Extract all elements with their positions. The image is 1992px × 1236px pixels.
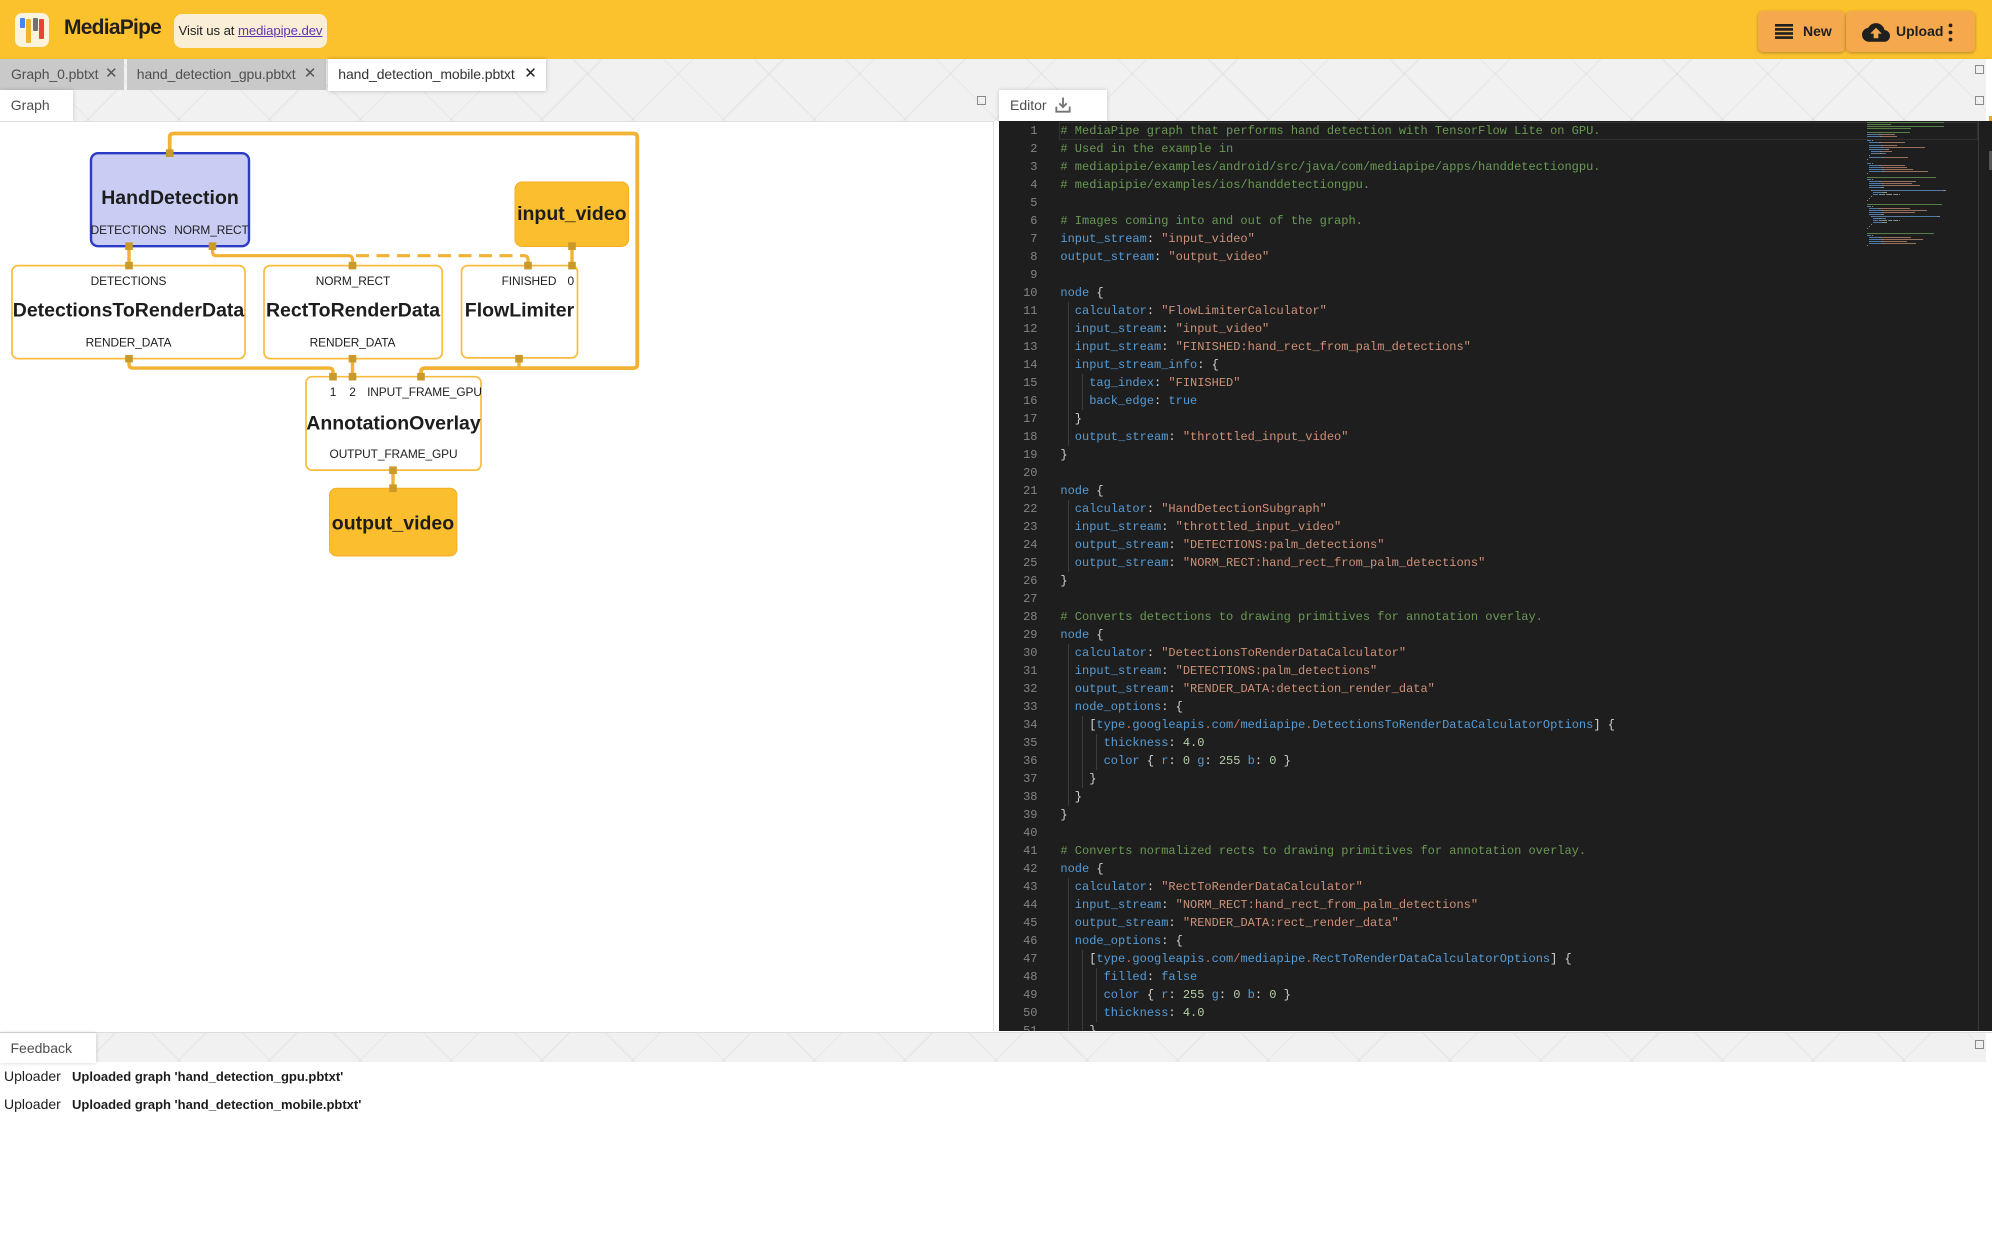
svg-text:2: 2 [349,385,356,399]
svg-text:0: 0 [567,274,574,288]
svg-text:OUTPUT_FRAME_GPU: OUTPUT_FRAME_GPU [330,447,458,461]
svg-text:DETECTIONS: DETECTIONS [91,223,167,237]
svg-text:DETECTIONS: DETECTIONS [91,274,167,288]
svg-text:input_video: input_video [517,203,627,225]
svg-text:1: 1 [330,385,337,399]
svg-text:INPUT_FRAME_GPU: INPUT_FRAME_GPU [367,385,482,399]
svg-text:AnnotationOverlay: AnnotationOverlay [306,412,481,434]
svg-text:DetectionsToRenderData: DetectionsToRenderData [13,299,245,321]
svg-text:HandDetection: HandDetection [101,187,239,209]
svg-text:RectToRenderData: RectToRenderData [266,299,440,321]
svg-text:RENDER_DATA: RENDER_DATA [310,335,396,349]
svg-text:FlowLimiter: FlowLimiter [465,299,575,321]
svg-text:output_video: output_video [332,512,454,534]
svg-text:RENDER_DATA: RENDER_DATA [86,335,172,349]
svg-text:NORM_RECT: NORM_RECT [316,274,390,288]
svg-text:NORM_RECT: NORM_RECT [174,223,248,237]
svg-text:FINISHED: FINISHED [502,274,557,288]
